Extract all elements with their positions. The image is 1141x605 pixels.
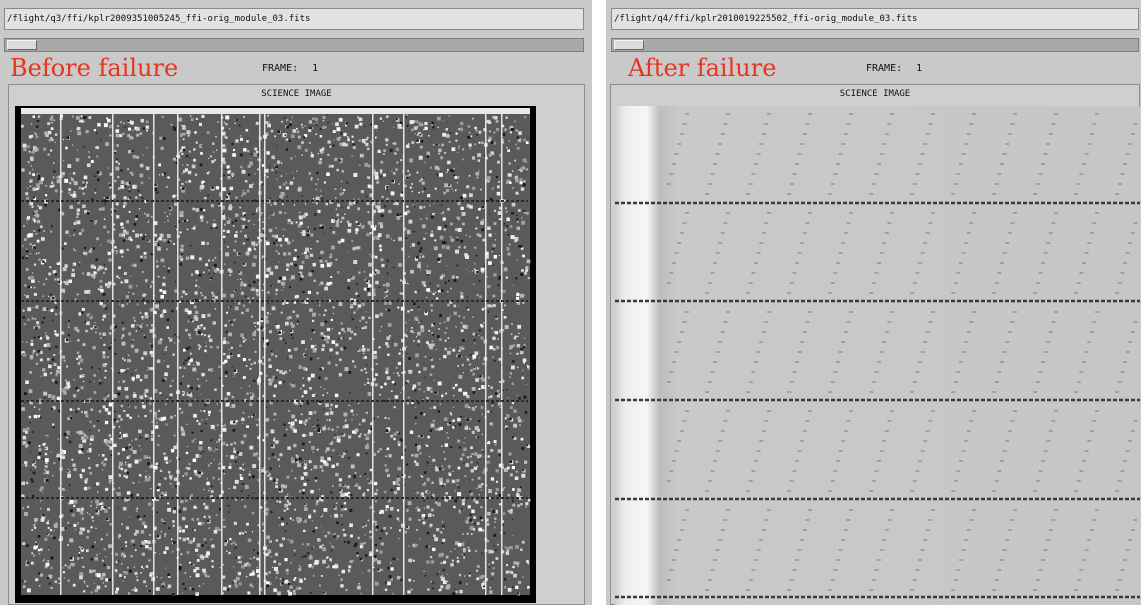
image-title: SCIENCE IMAGE bbox=[261, 89, 332, 99]
frame-indicator: FRAME: 1 bbox=[262, 63, 318, 74]
file-path-field[interactable]: /flight/q3/ffi/kplr2009351005245_ffi-ori… bbox=[4, 8, 584, 30]
before-failure-label: Before failure bbox=[10, 54, 179, 82]
science-image-after bbox=[615, 106, 1140, 605]
science-image-frame: SCIENCE IMAGE bbox=[8, 84, 585, 605]
science-image-frame: SCIENCE IMAGE bbox=[610, 84, 1140, 605]
gradient-image bbox=[615, 106, 1140, 605]
frame-label: FRAME: bbox=[866, 63, 903, 74]
right-viewer-panel: /flight/q4/ffi/kplr2010019225502_ffi-ori… bbox=[606, 0, 1141, 605]
left-viewer-panel: /flight/q3/ffi/kplr2009351005245_ffi-ori… bbox=[0, 0, 592, 605]
panel-divider bbox=[592, 0, 606, 605]
frame-indicator: FRAME: 1 bbox=[866, 63, 922, 74]
image-title: SCIENCE IMAGE bbox=[839, 89, 911, 99]
frame-value: 1 bbox=[312, 63, 319, 74]
frame-scrollbar[interactable] bbox=[611, 38, 1139, 52]
frame-label: FRAME: bbox=[262, 63, 299, 74]
science-image-before bbox=[15, 106, 536, 603]
scrollbar-thumb[interactable] bbox=[7, 40, 37, 50]
file-path-field[interactable]: /flight/q4/ffi/kplr2010019225502_ffi-ori… bbox=[611, 8, 1139, 30]
scrollbar-thumb[interactable] bbox=[614, 40, 644, 50]
frame-scrollbar[interactable] bbox=[4, 38, 584, 52]
frame-value: 1 bbox=[916, 63, 923, 74]
noise-image bbox=[21, 108, 531, 596]
after-failure-label: After failure bbox=[628, 54, 777, 82]
